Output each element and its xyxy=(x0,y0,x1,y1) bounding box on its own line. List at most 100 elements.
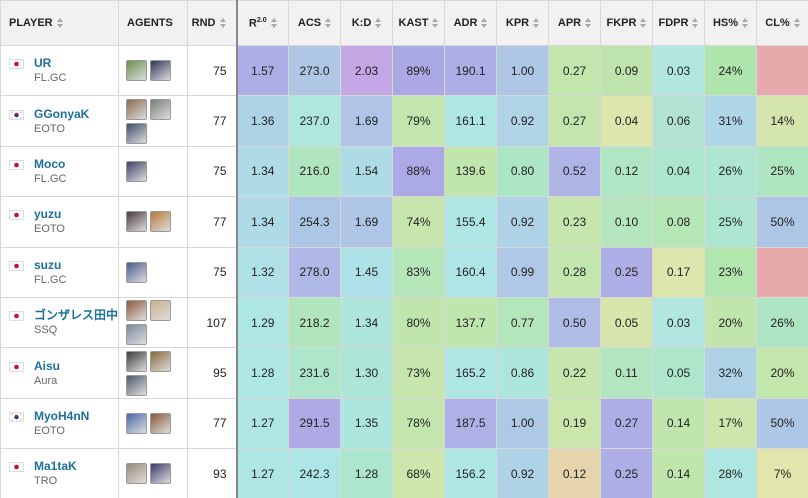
col-header-hs[interactable]: HS% xyxy=(704,0,757,46)
stat-kd-cell: 1.34 xyxy=(340,296,393,349)
stat-cl-cell: 7% xyxy=(756,448,808,498)
stat-fdpr-cell: 0.14 xyxy=(652,448,705,498)
agent-portrait-icon xyxy=(126,412,147,434)
rounds-cell: 75 xyxy=(187,246,237,298)
stat-apr-cell: 0.28 xyxy=(548,246,601,298)
sort-arrows-icon xyxy=(640,18,647,29)
stat-kpr-cell: 0.86 xyxy=(496,347,549,399)
player-team: FL.GC xyxy=(34,172,67,185)
rounds-cell: 77 xyxy=(187,196,237,248)
stat-kd-cell: 1.28 xyxy=(340,448,393,498)
col-header-kpr[interactable]: KPR xyxy=(496,0,549,46)
player-name-link[interactable]: yuzu xyxy=(34,207,65,221)
stat-cl-cell: 14% xyxy=(756,95,808,147)
player-name-link[interactable]: Ma1taK xyxy=(34,459,77,473)
table-row: GGonyaK EOTO 77 1.36 237.0 1.69 79% 161.1 0.92 0.… xyxy=(0,95,808,147)
stat-acs-cell: 273.0 xyxy=(288,44,341,97)
player-name-link[interactable]: GGonyaK xyxy=(34,107,89,121)
player-name-link[interactable]: Moco xyxy=(34,157,66,171)
stat-kpr-cell: 1.00 xyxy=(496,397,549,450)
stat-fdpr-cell: 0.14 xyxy=(652,397,705,450)
sort-arrows-icon xyxy=(375,18,382,29)
player-name-link[interactable]: Aisu xyxy=(34,359,60,373)
agent-portrait-icon xyxy=(126,300,147,322)
stat-hs-cell: 31% xyxy=(704,95,757,147)
player-name-link[interactable]: UR xyxy=(34,56,66,70)
stat-kast-cell: 89% xyxy=(392,44,445,97)
table-row: Ma1taK TRO 93 1.27 242.3 1.28 68% 156.2 0.92 0.12… xyxy=(0,448,808,498)
player-team: TRO xyxy=(34,475,58,488)
stat-fkpr-cell: 0.25 xyxy=(600,246,653,298)
player-cell: GGonyaK EOTO xyxy=(0,95,119,147)
stat-apr-cell: 0.27 xyxy=(548,44,601,97)
col-header-player[interactable]: PLAYER xyxy=(0,0,119,46)
player-team: EOTO xyxy=(34,223,65,236)
japan-flag-icon xyxy=(9,361,24,372)
stat-acs-cell: 231.6 xyxy=(288,347,341,399)
sort-arrows-icon xyxy=(533,18,540,29)
player-team: EOTO xyxy=(34,122,65,135)
stat-hs-cell: 23% xyxy=(704,246,757,298)
stat-fdpr-cell: 0.05 xyxy=(652,347,705,399)
player-cell: ゴンザレス田中 SSQ xyxy=(0,296,119,349)
stat-cl-cell xyxy=(756,246,808,298)
agent-portrait-icon xyxy=(150,350,171,372)
stat-kast-cell: 79% xyxy=(392,95,445,147)
stat-fdpr-cell: 0.04 xyxy=(652,145,705,198)
stat-acs-cell: 237.0 xyxy=(288,95,341,147)
stat-rating-cell: 1.34 xyxy=(235,196,289,248)
stat-cl-cell: 50% xyxy=(756,397,808,450)
stat-fkpr-cell: 0.10 xyxy=(600,196,653,248)
sort-arrows-icon xyxy=(692,18,699,29)
stat-rating-cell: 1.28 xyxy=(235,347,289,399)
agents-cell xyxy=(118,448,188,498)
rounds-cell: 107 xyxy=(187,296,237,349)
table-row: UR FL.GC 75 1.57 273.0 2.03 89% 190.1 1.00 0.27 0.… xyxy=(0,44,808,97)
stat-rating-cell: 1.32 xyxy=(235,246,289,298)
col-header-rating[interactable]: R2.0 xyxy=(235,0,289,46)
agent-portrait-icon xyxy=(126,211,147,233)
col-header-acs[interactable]: ACS xyxy=(288,0,341,46)
stat-hs-cell: 26% xyxy=(704,145,757,198)
stat-hs-cell: 32% xyxy=(704,347,757,399)
col-header-cl[interactable]: CL% xyxy=(756,0,808,46)
table-row: suzu FL.GC 75 1.32 278.0 1.45 83% 160.4 0.99 0.28… xyxy=(0,246,808,298)
south-korea-flag-icon xyxy=(9,109,24,120)
stat-kast-cell: 83% xyxy=(392,246,445,298)
col-header-fkpr[interactable]: FKPR xyxy=(600,0,653,46)
rounds-cell: 95 xyxy=(187,347,237,399)
stat-kpr-cell: 0.92 xyxy=(496,95,549,147)
stat-fdpr-cell: 0.06 xyxy=(652,95,705,147)
agents-cell xyxy=(118,44,188,97)
stat-fkpr-cell: 0.11 xyxy=(600,347,653,399)
agent-portrait-icon xyxy=(126,261,147,283)
agent-portrait-icon xyxy=(150,60,171,82)
japan-flag-icon xyxy=(9,159,24,170)
stat-acs-cell: 218.2 xyxy=(288,296,341,349)
col-header-kast[interactable]: KAST xyxy=(392,0,445,46)
player-team: EOTO xyxy=(34,424,65,437)
sort-arrows-icon xyxy=(219,18,226,29)
stat-rating-cell: 1.57 xyxy=(235,44,289,97)
col-header-fdpr[interactable]: FDPR xyxy=(652,0,705,46)
agent-portrait-icon xyxy=(150,463,171,485)
agent-portrait-icon xyxy=(126,324,147,346)
stat-fkpr-cell: 0.27 xyxy=(600,397,653,450)
stat-acs-cell: 291.5 xyxy=(288,397,341,450)
col-header-adr[interactable]: ADR xyxy=(444,0,497,46)
south-korea-flag-icon xyxy=(9,411,24,422)
player-name-link[interactable]: suzu xyxy=(34,258,66,272)
stat-kpr-cell: 0.80 xyxy=(496,145,549,198)
col-header-rnd[interactable]: RND xyxy=(187,0,237,46)
col-header-kd[interactable]: K:D xyxy=(340,0,393,46)
stat-hs-cell: 28% xyxy=(704,448,757,498)
stat-kd-cell: 1.30 xyxy=(340,347,393,399)
rounds-cell: 75 xyxy=(187,44,237,97)
player-name-link[interactable]: MyoH4nN xyxy=(34,409,89,423)
player-name-link[interactable]: ゴンザレス田中 xyxy=(34,308,118,322)
col-header-apr[interactable]: APR xyxy=(548,0,601,46)
player-team: Aura xyxy=(34,374,58,387)
stat-fkpr-cell: 0.12 xyxy=(600,145,653,198)
stat-kd-cell: 1.54 xyxy=(340,145,393,198)
stat-kpr-cell: 0.92 xyxy=(496,448,549,498)
